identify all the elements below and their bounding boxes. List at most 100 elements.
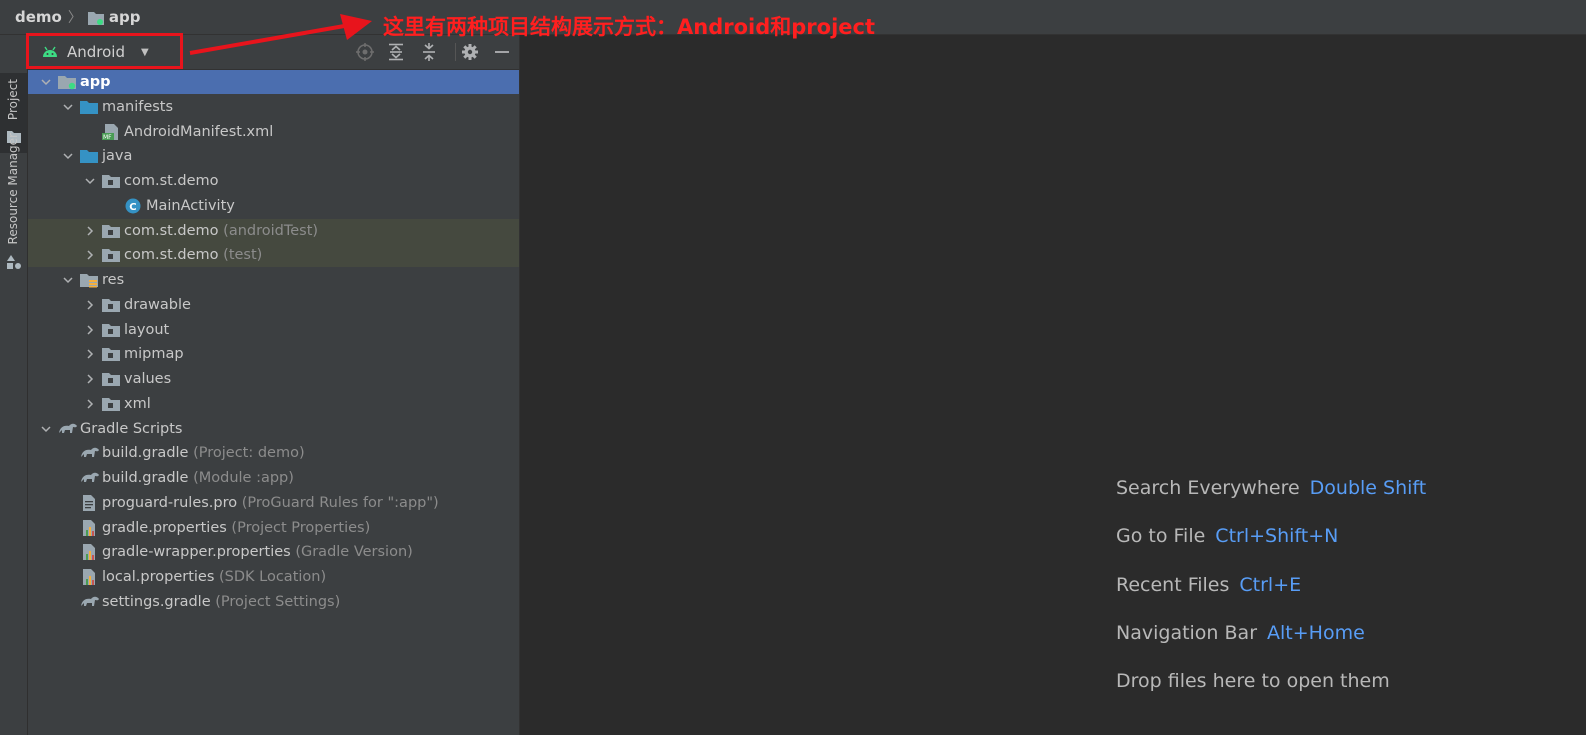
resource-manager-icon [7, 255, 21, 269]
tree-row-label: layout [124, 322, 169, 338]
tree-row-label: drawable [124, 297, 191, 313]
collapse-all-icon[interactable] [420, 43, 438, 61]
chevron-down-icon[interactable] [62, 101, 74, 113]
tree-row[interactable]: gradle-wrapper.properties (Gradle Versio… [28, 540, 519, 564]
gradle-icon [80, 594, 99, 610]
tree-row-label: gradle.properties (Project Properties) [102, 520, 370, 536]
shortcut-hint: Navigation Bar Alt+Home [1116, 622, 1426, 670]
tree-row[interactable]: Gradle Scripts [28, 417, 519, 441]
gradle-icon [80, 445, 99, 461]
tree-row-name: build.gradle [102, 470, 189, 486]
tree-row[interactable]: gradle.properties (Project Properties) [28, 516, 519, 540]
tree-row[interactable]: manifests [28, 95, 519, 119]
tree-row-name: gradle.properties [102, 519, 227, 536]
chevron-right-icon[interactable] [84, 249, 96, 261]
expand-all-icon[interactable] [387, 43, 405, 61]
tree-row-name: proguard-rules.pro [102, 494, 238, 511]
tree-row[interactable]: MF AndroidManifest.xml [28, 120, 519, 144]
package-icon [102, 223, 120, 239]
tree-row[interactable]: local.properties (SDK Location) [28, 565, 519, 589]
tree-row-label: gradle-wrapper.properties (Gradle Versio… [102, 544, 413, 560]
tree-row-label: com.st.demo [124, 173, 219, 189]
manifest-icon: MF [102, 123, 120, 141]
tree-row-name: xml [124, 395, 151, 412]
chevron-right-icon[interactable] [84, 225, 96, 237]
folder-icon [80, 99, 98, 115]
chevron-down-icon[interactable] [62, 150, 74, 162]
shortcut-hint: Recent Files Ctrl+E [1116, 574, 1426, 622]
empty-editor-hints: Search Everywhere Double Shift Go to File C… [1116, 477, 1426, 718]
chevron-down-icon[interactable] [84, 175, 96, 187]
resource-manager-tool-tab[interactable]: Resource Manager [0, 133, 27, 273]
tree-row-label: xml [124, 396, 151, 412]
annotation-text: 这里有两种项目结构展示方式：Android和project [383, 15, 875, 39]
class-icon: C [124, 198, 142, 214]
svg-text:C: C [129, 202, 136, 213]
tree-row-name: com.st.demo [124, 247, 219, 264]
package-icon [102, 297, 120, 313]
package-icon [102, 346, 120, 362]
shortcut-hint: Go to File Ctrl+Shift+N [1116, 525, 1426, 573]
chevron-right-icon[interactable] [84, 324, 96, 336]
tree-row[interactable]: java [28, 144, 519, 168]
shortcut-action: Recent Files [1116, 573, 1230, 596]
package-icon [102, 371, 120, 387]
tree-row[interactable]: build.gradle (Module :app) [28, 466, 519, 490]
properties-icon [80, 519, 98, 536]
tree-row-name: build.gradle [102, 445, 189, 462]
tree-row-label: proguard-rules.pro (ProGuard Rules for "… [102, 495, 439, 511]
hide-icon[interactable] [493, 43, 511, 61]
gear-icon[interactable] [461, 43, 479, 61]
tree-row[interactable]: com.st.demo (androidTest) [28, 218, 519, 243]
shortcut-key[interactable]: Ctrl+E [1239, 574, 1301, 596]
tree-row-label: mipmap [124, 346, 184, 362]
tree-row[interactable]: xml [28, 392, 519, 416]
tree-row[interactable]: app [28, 70, 519, 94]
tree-row-name: gradle-wrapper.properties [102, 544, 291, 561]
shortcut-action: Navigation Bar [1116, 621, 1258, 644]
breadcrumb-module[interactable]: app [109, 8, 141, 26]
properties-icon [80, 569, 98, 585]
annotation-highlight-box [26, 33, 183, 69]
chevron-down-icon[interactable] [62, 274, 74, 286]
tree-row-hint: (Module :app) [188, 470, 294, 486]
tree-row-hint: (ProGuard Rules for ":app") [237, 494, 439, 511]
tree-row[interactable]: settings.gradle (Project Settings) [28, 590, 519, 614]
tree-row-label: java [102, 148, 132, 164]
chevron-right-icon[interactable] [84, 398, 96, 410]
tree-row-hint: (Gradle Version) [290, 544, 413, 561]
tree-row-label: app [80, 74, 111, 90]
chevron-down-icon[interactable] [40, 76, 52, 88]
annotation-arrow-icon [189, 14, 372, 55]
shortcut-key[interactable]: Double Shift [1310, 477, 1427, 499]
shortcut-action: Search Everywhere [1116, 477, 1300, 499]
tree-row-label: res [102, 272, 124, 288]
gradle-icon [58, 421, 77, 437]
tree-row[interactable]: res [28, 268, 519, 292]
tree-row[interactable]: values [28, 367, 519, 391]
breadcrumb-separator-icon: 〉 [67, 10, 82, 26]
breadcrumb-root[interactable]: demo [15, 8, 62, 26]
tree-row[interactable]: C MainActivity [28, 194, 519, 218]
project-tab-label: Project [6, 79, 20, 121]
tree-row[interactable]: drawable [28, 293, 519, 317]
chevron-right-icon[interactable] [84, 299, 96, 311]
chevron-down-icon[interactable] [40, 423, 52, 435]
shortcut-key[interactable]: Alt+Home [1267, 622, 1365, 644]
tree-row[interactable]: build.gradle (Project: demo) [28, 441, 519, 465]
tree-row[interactable]: proguard-rules.pro (ProGuard Rules for "… [28, 491, 519, 515]
tree-row-name: com.st.demo [124, 222, 219, 239]
tree-row[interactable]: mipmap [28, 342, 519, 366]
tree-row[interactable]: com.st.demo [28, 169, 519, 193]
tree-row[interactable]: layout [28, 318, 519, 342]
tree-row-name: values [124, 371, 172, 387]
tree-row[interactable]: com.st.demo (test) [28, 243, 519, 268]
module-icon [58, 74, 76, 90]
shortcut-key[interactable]: Ctrl+Shift+N [1215, 525, 1338, 547]
tree-row-label: com.st.demo (androidTest) [124, 223, 318, 239]
shortcut-action: Drop files here to open them [1116, 670, 1390, 693]
chevron-right-icon[interactable] [84, 348, 96, 360]
tree-row-label: build.gradle (Module :app) [102, 470, 294, 486]
chevron-right-icon[interactable] [84, 373, 96, 385]
package-icon [102, 247, 120, 263]
